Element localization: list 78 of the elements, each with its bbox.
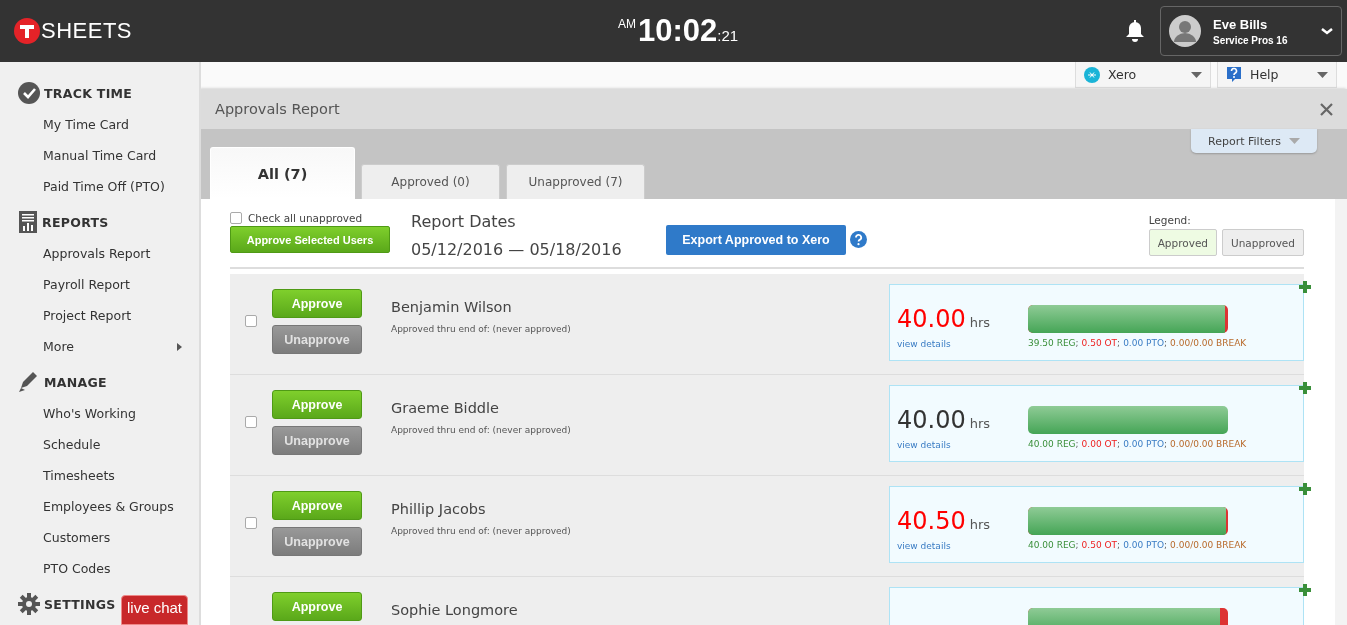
bell-icon (1124, 20, 1146, 42)
legend-item: Unapproved (1222, 229, 1304, 256)
menu-item[interactable]: Manual Time Card (18, 140, 198, 171)
checkbox[interactable] (230, 211, 242, 224)
view-details-link[interactable]: view details (897, 541, 1028, 551)
view-details-link[interactable]: view details (897, 339, 1028, 349)
checkbox[interactable] (245, 416, 257, 428)
chevron-down-icon (1321, 27, 1333, 35)
approval-status: Approved thru end of: (never approved) (391, 324, 572, 334)
date-range: 05/12/2016 — 05/18/2016 (411, 240, 623, 259)
user-menu[interactable]: Eve Bills Service Pros 16 (1160, 6, 1342, 56)
legend-item: Approved (1148, 229, 1218, 256)
caret-icon (1317, 71, 1328, 78)
hours-unit: hrs (969, 517, 991, 532)
section-heading: TRACK TIME (44, 85, 133, 101)
menu-item[interactable]: Customers (18, 522, 198, 553)
checkbox[interactable] (245, 517, 257, 529)
menu-item[interactable]: More (18, 331, 198, 362)
view-details-link[interactable]: view details (897, 440, 1028, 450)
hours-unit: hrs (969, 315, 991, 330)
tab[interactable]: Unapproved (7) (506, 164, 645, 199)
avatar-icon (1169, 15, 1201, 47)
dates-label: Report Dates (411, 212, 517, 231)
logo-icon (14, 18, 40, 44)
employee-name: Phillip Jacobs (391, 501, 487, 517)
menu-item[interactable]: Schedule (18, 429, 198, 460)
panel-title: Approvals Report (215, 101, 340, 117)
checkbox-label: Check all unapproved (248, 211, 363, 224)
menu-item[interactable]: Payroll Report (18, 269, 198, 300)
approval-status: Approved thru end of: (never approved) (391, 526, 572, 536)
logo-text: SHEETS (41, 18, 133, 44)
settings-icon (18, 593, 40, 615)
legend-title: Legend: (1148, 214, 1192, 226)
tab[interactable]: All (7) (210, 147, 355, 199)
section-heading: SETTINGS (44, 596, 116, 612)
total-hours: 40.00 (897, 305, 966, 333)
plus-icon[interactable] (1299, 483, 1311, 495)
caret-icon (1288, 138, 1300, 144)
caret-icon (1191, 71, 1202, 78)
menu-item[interactable]: Project Report (18, 300, 198, 331)
toolbar-menu[interactable]: Help (1217, 62, 1337, 88)
menu-item[interactable]: My Time Card (18, 109, 198, 140)
plus-icon[interactable] (1299, 584, 1311, 596)
total-hours: 40.50 (897, 507, 966, 535)
hours-breakdown: 39.50 REG; 0.50 OT; 0.00 PTO; 0.00/0.00 BREAK (1028, 338, 1247, 348)
hours-breakdown: 40.00 REG; 0.00 OT; 0.00 PTO; 0.00/0.00 BREAK (1028, 439, 1247, 449)
plus-icon[interactable] (1299, 382, 1311, 394)
menu-item[interactable]: Employees & Groups (18, 491, 198, 522)
live-chat-button[interactable]: live chat (121, 595, 189, 625)
menu-item[interactable]: Approvals Report (18, 238, 198, 269)
menu-item[interactable]: Timesheets (18, 460, 198, 491)
export-button[interactable]: Export Approved to Xero (666, 225, 846, 255)
report-filters-button[interactable]: Report Filters (1191, 129, 1317, 153)
checkbox[interactable] (245, 315, 257, 327)
xero-icon (1084, 66, 1100, 83)
help-icon[interactable] (850, 231, 867, 248)
plus-icon[interactable] (1299, 281, 1311, 293)
report-icon (18, 211, 38, 233)
employee-name: Benjamin Wilson (391, 299, 513, 315)
total-hours: 40.00 (897, 406, 966, 434)
help-icon (1226, 66, 1242, 83)
menu-item[interactable]: Who's Working (18, 398, 198, 429)
company-name: Service Pros 16 (1213, 34, 1289, 46)
pencil-icon (18, 371, 40, 393)
employee-name: Sophie Longmore (391, 602, 519, 618)
menu-item[interactable]: Paid Time Off (PTO) (18, 171, 198, 202)
hours-breakdown: 40.00 REG; 0.50 OT; 0.00 PTO; 0.00/0.00 BREAK (1028, 540, 1247, 550)
approval-status: Approved thru end of: (never approved) (391, 425, 572, 435)
employee-name: Graeme Biddle (391, 400, 500, 416)
close-icon[interactable] (1320, 102, 1333, 116)
menu-item[interactable]: PTO Codes (18, 553, 198, 584)
tab[interactable]: Approved (0) (361, 164, 500, 199)
check-circle-icon (18, 82, 40, 104)
section-heading: MANAGE (44, 374, 107, 390)
section-heading: REPORTS (42, 214, 109, 230)
toolbar-menu[interactable]: Xero (1075, 62, 1211, 88)
hours-unit: hrs (969, 416, 991, 431)
user-name: Eve Bills (1213, 16, 1269, 32)
